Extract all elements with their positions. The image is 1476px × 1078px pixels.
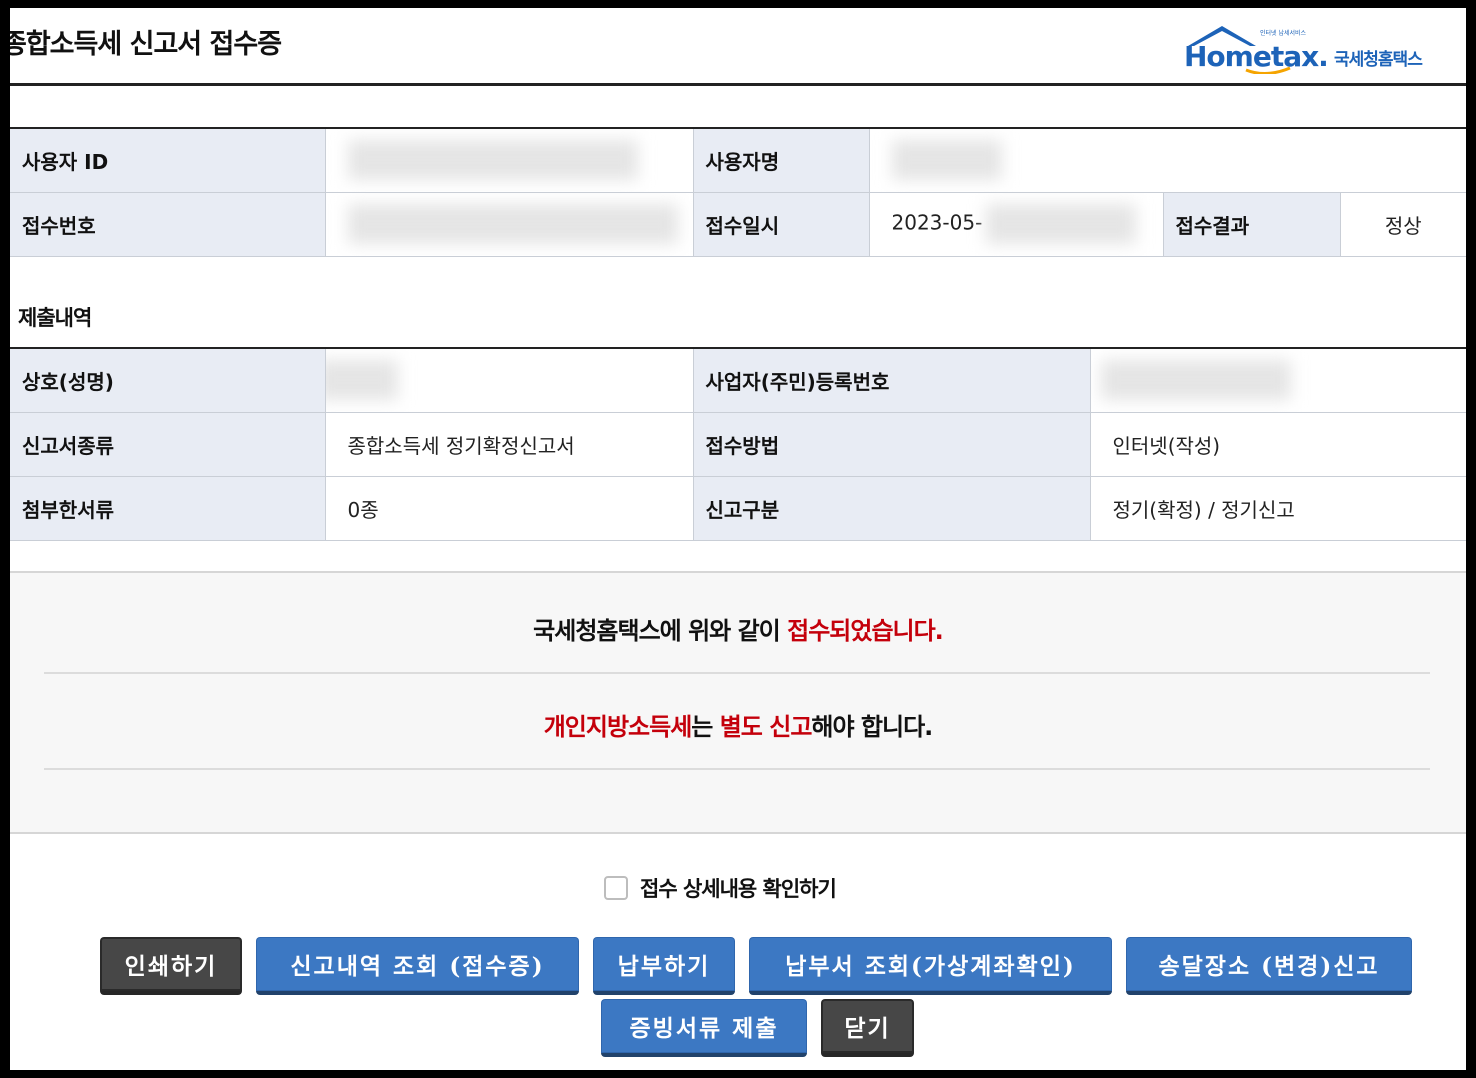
logo-tagline: 인터넷 납세서비스	[1260, 30, 1307, 37]
table-row: 사용자 ID 사용자명	[10, 127, 1466, 193]
method-value: 인터넷(작성)	[1090, 412, 1466, 477]
notice-local-tax-highlight: 개인지방소득세	[543, 713, 693, 741]
table-row: 접수번호 접수일시 2023-05- 접수결과 정상	[10, 192, 1466, 257]
reg-no-value	[1090, 347, 1466, 413]
header: 종합소득세 신고서 접수증 Hometax. 인터넷 납세서비스 국세청홈택스	[10, 8, 1466, 86]
divider	[44, 768, 1430, 770]
receipt-no-label: 접수번호	[10, 192, 326, 257]
table-row: 신고서종류 종합소득세 정기확정신고서 접수방법 인터넷(작성)	[10, 412, 1466, 477]
notice-local-tax-suffix: 해야 합니다.	[811, 713, 933, 741]
detail-checkbox[interactable]	[604, 876, 628, 900]
redacted-reg-no	[1100, 360, 1291, 401]
receipt-window: 종합소득세 신고서 접수증 Hometax. 인터넷 납세서비스 국세청홈택스 …	[10, 8, 1466, 1070]
table-row: 상호(성명) 사업자(주민)등록번호	[10, 347, 1466, 413]
notice-local-tax: 개인지방소득세는 별도 신고해야 합니다.	[10, 707, 1466, 742]
receipt-result-value: 정상	[1340, 192, 1466, 257]
company-label: 상호(성명)	[10, 347, 326, 413]
page-title: 종합소득세 신고서 접수증	[10, 29, 282, 60]
receipt-date-label: 접수일시	[693, 192, 870, 257]
logo-korean-text: 국세청홈택스	[1334, 50, 1423, 70]
method-label: 접수방법	[693, 412, 1091, 477]
user-id-label: 사용자 ID	[10, 127, 326, 193]
category-value: 정기(확정) / 정기신고	[1090, 476, 1466, 541]
pay-button[interactable]: 납부하기	[593, 937, 735, 995]
print-button[interactable]: 인쇄하기	[100, 937, 242, 995]
redacted-company	[325, 360, 398, 401]
receipt-date-value: 2023-05-	[869, 192, 1164, 257]
receipt-no-value	[325, 192, 694, 257]
user-name-label: 사용자명	[693, 127, 870, 193]
svg-text:Hometax.: Hometax.	[1184, 40, 1328, 73]
notice-received: 국세청홈택스에 위와 같이 접수되었습니다.	[10, 611, 1466, 646]
detail-checkbox-label[interactable]: 접수 상세내용 확인하기	[640, 873, 837, 903]
submission-table: 상호(성명) 사업자(주민)등록번호 신고서종류 종합소득세 정기확정신고서 접…	[10, 347, 1466, 541]
reg-no-label: 사업자(주민)등록번호	[693, 347, 1091, 413]
detail-checkbox-row[interactable]: 접수 상세내용 확인하기	[604, 873, 837, 903]
hometax-logo: Hometax. 인터넷 납세서비스 국세청홈택스	[1180, 22, 1462, 75]
payment-slip-button[interactable]: 납부서 조회(가상계좌확인)	[749, 937, 1112, 995]
user-info-table: 사용자 ID 사용자명 접수번호 접수일시 2023-05- 접수결과 정상	[10, 127, 1466, 257]
receipt-result-label: 접수결과	[1163, 192, 1341, 257]
filing-history-button[interactable]: 신고내역 조회 (접수증)	[256, 937, 579, 995]
submit-evidence-button[interactable]: 증빙서류 제출	[601, 999, 807, 1057]
form-type-label: 신고서종류	[10, 412, 326, 477]
notice-received-highlight: 접수되었습니다.	[787, 617, 944, 645]
receipt-date-text: 2023-05-	[891, 210, 983, 235]
company-value	[325, 347, 694, 413]
user-name-value	[869, 127, 1466, 193]
attachments-value: 0종	[325, 476, 694, 541]
redacted-user-name	[891, 140, 1002, 181]
delivery-address-button[interactable]: 송달장소 (변경)신고	[1126, 937, 1412, 995]
notice-separate-filing-highlight: 별도 신고	[719, 713, 813, 741]
close-button[interactable]: 닫기	[821, 999, 914, 1057]
form-type-value: 종합소득세 정기확정신고서	[325, 412, 694, 477]
table-row: 첨부한서류 0종 신고구분 정기(확정) / 정기신고	[10, 476, 1466, 541]
hometax-logo-mark: Hometax.	[1184, 26, 1329, 75]
redacted-receipt-time	[986, 204, 1137, 244]
notice-local-tax-mid: 는	[691, 713, 720, 741]
user-id-value	[325, 127, 694, 193]
divider	[44, 672, 1430, 674]
notice-box: 국세청홈택스에 위와 같이 접수되었습니다. 개인지방소득세는 별도 신고해야 …	[10, 571, 1466, 834]
redacted-receipt-no	[347, 204, 678, 244]
category-label: 신고구분	[693, 476, 1091, 541]
section-title-submission: 제출내역	[18, 306, 92, 330]
notice-received-text: 국세청홈택스에 위와 같이	[533, 617, 788, 645]
attachments-label: 첨부한서류	[10, 476, 326, 541]
redacted-user-id	[347, 140, 638, 181]
